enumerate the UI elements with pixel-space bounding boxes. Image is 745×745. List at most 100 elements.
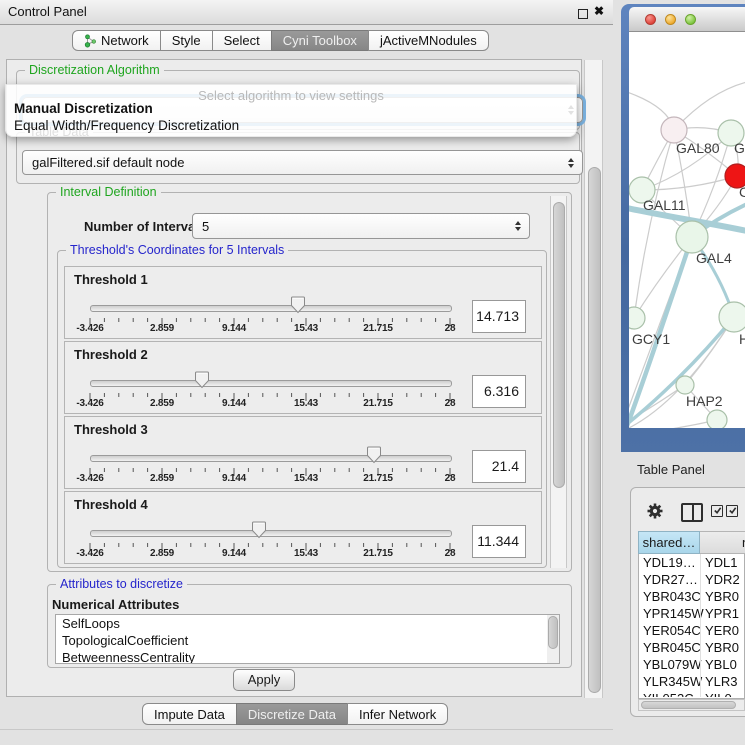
- list-item-betweennesscentrality[interactable]: BetweennessCentrality: [56, 649, 559, 664]
- threshold-2-slider-thumb[interactable]: [194, 371, 210, 394]
- table-row[interactable]: YLR345WYLR3: [638, 673, 744, 690]
- table-data-combo[interactable]: galFiltered.sif default node: [22, 150, 583, 175]
- threshold-3-tick-marks: [82, 464, 458, 482]
- table-hscrollbar-thumb[interactable]: [641, 701, 736, 709]
- node-top-right-label: G: [734, 140, 745, 156]
- threshold-4-slider-thumb[interactable]: [251, 521, 267, 544]
- table-row[interactable]: YER054CYER0: [638, 622, 744, 639]
- apply-button[interactable]: Apply: [233, 669, 295, 691]
- tab-style[interactable]: Style: [160, 30, 213, 51]
- panel-bottom-edge: [0, 729, 613, 730]
- axis-tick-label: 2.859: [142, 398, 182, 409]
- interval-scrollbar-thumb[interactable]: [553, 202, 565, 488]
- panel-scrollbar-thumb[interactable]: [588, 167, 601, 693]
- threshold-1-value-field[interactable]: 14.713: [472, 300, 526, 333]
- bottom-tab-impute-data-label: Impute Data: [154, 705, 225, 724]
- gear-icon[interactable]: [646, 502, 664, 520]
- table-cell: YLR3: [700, 673, 744, 690]
- combo-stepper-icon: [568, 158, 574, 168]
- list-item-selfloops[interactable]: SelfLoops: [56, 615, 559, 632]
- threshold-1-label: Threshold 1: [74, 272, 148, 287]
- table-row[interactable]: YDL19…YDL1: [638, 554, 744, 571]
- tab-jactivemnodules[interactable]: jActiveMNodules: [368, 30, 489, 51]
- node-bottom[interactable]: [707, 410, 727, 428]
- number-of-intervals-combo[interactable]: 5: [192, 213, 530, 239]
- close-icon[interactable]: ✖: [594, 4, 604, 18]
- zoom-traffic-light[interactable]: [685, 14, 696, 25]
- axis-tick-label: 9.144: [214, 323, 254, 334]
- network-canvas[interactable]: GAL80GCGAL11GAL4GCY1HHAP2: [629, 32, 745, 428]
- axis-tick-label: 28: [430, 398, 470, 409]
- table-cell: YBR0: [700, 588, 744, 605]
- threshold-2-slider-track[interactable]: [90, 380, 452, 387]
- table-column-header-shared[interactable]: shared…: [638, 531, 700, 554]
- table-row[interactable]: YDR27…YDR2: [638, 571, 744, 588]
- table-cell: YBL079W: [638, 656, 700, 673]
- table-row[interactable]: YBL079WYBL0: [638, 656, 744, 673]
- tab-cyni-toolbox-label: Cyni Toolbox: [283, 31, 357, 50]
- node-gal4[interactable]: [676, 221, 708, 253]
- table-row[interactable]: YBR045CYBR0: [638, 639, 744, 656]
- threshold-1-slider-thumb[interactable]: [290, 296, 306, 319]
- list-scrollbar-thumb[interactable]: [548, 616, 558, 649]
- tab-cyni-toolbox[interactable]: Cyni Toolbox: [271, 30, 369, 51]
- node-right-mid[interactable]: [719, 302, 745, 332]
- axis-tick-label: 28: [430, 323, 470, 334]
- threshold-4-value-field[interactable]: 11.344: [472, 525, 526, 558]
- column-layout-icon[interactable]: [681, 503, 703, 522]
- checkbox-icon[interactable]: [726, 505, 738, 517]
- close-traffic-light[interactable]: [645, 14, 656, 25]
- bottom-tab-impute-data[interactable]: Impute Data: [142, 703, 237, 725]
- threshold-panel-4: Threshold 4-3.4262.8599.14415.4321.71528…: [64, 491, 542, 564]
- threshold-panel-1: Threshold 1-3.4262.8599.14415.4321.71528…: [64, 266, 542, 339]
- threshold-panel-3: Threshold 3-3.4262.8599.14415.4321.71528…: [64, 416, 542, 489]
- tab-select[interactable]: Select: [212, 30, 272, 51]
- node-hap2-label: HAP2: [686, 393, 723, 409]
- table-hscrollbar-track[interactable]: [638, 699, 745, 711]
- minimize-traffic-light[interactable]: [665, 14, 676, 25]
- table-cell: YIL052C: [638, 690, 700, 697]
- float-window-icon[interactable]: [578, 9, 588, 19]
- node-hap2[interactable]: [676, 376, 694, 394]
- numerical-attributes-label: Numerical Attributes: [52, 597, 179, 612]
- bottom-tab-discretize-data[interactable]: Discretize Data: [236, 703, 348, 725]
- table-row[interactable]: YBR043CYBR0: [638, 588, 744, 605]
- threshold-panel-2: Threshold 2-3.4262.8599.14415.4321.71528…: [64, 341, 542, 414]
- tab-network[interactable]: Network: [72, 30, 161, 51]
- table-cell: YBR0: [700, 639, 744, 656]
- threshold-3-value-field[interactable]: 21.4: [472, 450, 526, 483]
- node-gcy1[interactable]: [629, 307, 645, 329]
- dropdown-option-manual-discretization[interactable]: Manual Discretization: [14, 101, 153, 117]
- table-column-header-name[interactable]: n: [700, 531, 745, 554]
- list-scrollbar-track[interactable]: [547, 615, 559, 663]
- table-cell: YBR045C: [638, 639, 700, 656]
- network-graph: GAL80GCGAL11GAL4GCY1HHAP2: [629, 32, 745, 428]
- top-tab-bar: NetworkStyleSelect Cyni Toolbox jActiveMNo…: [72, 30, 489, 51]
- axis-tick-label: 21.715: [358, 473, 398, 484]
- tab-jactivemnodules-label: jActiveMNodules: [380, 31, 477, 50]
- dropdown-option-equal-width-frequency-discretization[interactable]: Equal Width/Frequency Discretization: [14, 118, 239, 134]
- interval-scrollbar-track[interactable]: [550, 196, 567, 568]
- threshold-3-slider-thumb[interactable]: [366, 446, 382, 469]
- table-cell: YPR145W: [638, 605, 700, 622]
- threshold-1-slider-track[interactable]: [90, 305, 452, 312]
- table-row[interactable]: YIL052CYIL0: [638, 690, 744, 697]
- panel-scrollbar-track[interactable]: [584, 60, 603, 698]
- table-row[interactable]: YPR145WYPR1: [638, 605, 744, 622]
- threshold-2-label: Threshold 2: [74, 347, 148, 362]
- numerical-attributes-list[interactable]: SelfLoopsTopologicalCoefficientBetweenne…: [55, 614, 560, 664]
- threshold-4-slider-track[interactable]: [90, 530, 452, 537]
- thresholds-group: Threshold's Coordinates for 5 Intervals …: [57, 250, 547, 568]
- axis-tick-label: 15.43: [286, 473, 326, 484]
- table-data-combo-value: galFiltered.sif default node: [32, 155, 184, 170]
- list-item-topologicalcoefficient[interactable]: TopologicalCoefficient: [56, 632, 559, 649]
- attributes-group-title: Attributes to discretize: [56, 577, 187, 591]
- threshold-3-slider-track[interactable]: [90, 455, 452, 462]
- bottom-tab-infer-network[interactable]: Infer Network: [347, 703, 448, 725]
- axis-tick-label: -3.426: [70, 323, 110, 334]
- combo-stepper-icon: [515, 221, 521, 231]
- axis-tick-label: 28: [430, 473, 470, 484]
- axis-tick-label: -3.426: [70, 398, 110, 409]
- checkbox-icon[interactable]: [711, 505, 723, 517]
- threshold-2-value-field[interactable]: 6.316: [472, 375, 526, 408]
